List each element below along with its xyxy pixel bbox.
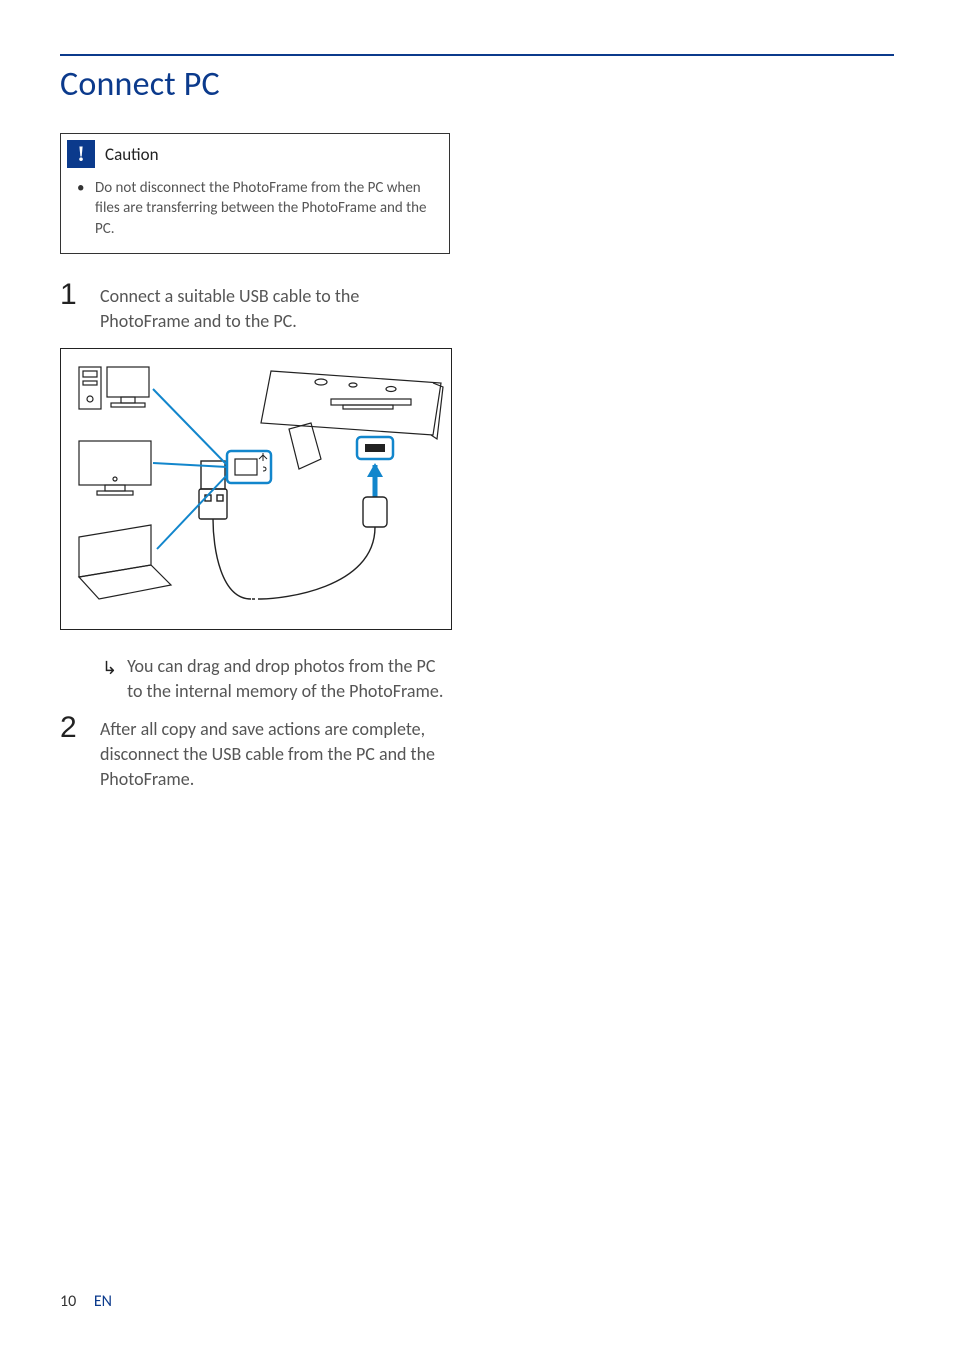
caution-header: ! Caution [61,134,449,170]
steps-list: 1 Connect a suitable USB cable to the Ph… [60,280,450,792]
connection-illustration [60,348,452,630]
manual-page: Connect PC ! Caution Do not disconnect t… [0,0,954,1351]
caution-body: Do not disconnect the PhotoFrame from th… [61,170,449,253]
step-1: 1 Connect a suitable USB cable to the Ph… [60,280,450,334]
caution-label: Caution [105,144,159,165]
page-footer: 10 EN [60,1292,112,1311]
caution-item: Do not disconnect the PhotoFrame from th… [91,178,435,239]
step-2: 2 After all copy and save actions are co… [60,713,450,793]
caution-box: ! Caution Do not disconnect the PhotoFra… [60,133,450,254]
result-text: You can drag and drop photos from the PC… [127,654,450,704]
left-column: Connect PC ! Caution Do not disconnect t… [60,64,450,792]
step-number: 2 [60,713,82,793]
section-title: Connect PC [60,64,450,105]
step-text: After all copy and save actions are comp… [100,713,450,793]
top-rule [60,54,894,56]
step-1-result: ↳ You can drag and drop photos from the … [102,654,450,704]
result-arrow-icon: ↳ [102,654,117,704]
step-number: 1 [60,280,82,334]
language-code: EN [94,1292,112,1311]
caution-icon: ! [67,140,95,168]
step-text: Connect a suitable USB cable to the Phot… [100,280,450,334]
page-number: 10 [60,1292,76,1311]
